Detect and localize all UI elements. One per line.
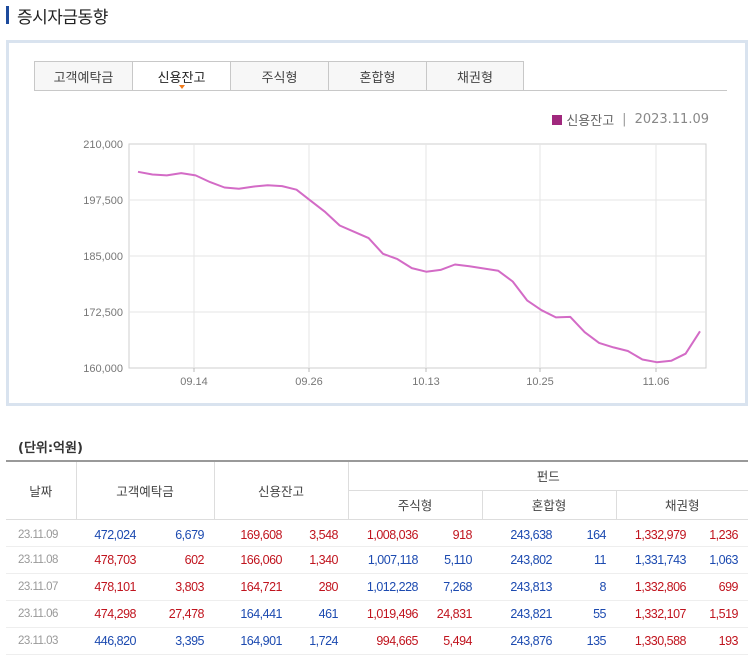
y-tick-label: 160,000 <box>83 363 123 375</box>
cell-mx: 243,821 <box>482 600 562 628</box>
cell-bd-chg: 1,236 <box>696 519 748 547</box>
col-header-equity: 주식형 <box>347 489 483 520</box>
col-header-fund: 펀드 <box>347 460 748 491</box>
cell-dep-chg: 3,803 <box>146 573 214 601</box>
x-tick-label: 11.06 <box>643 376 670 388</box>
cell-dep: 474,298 <box>76 600 146 628</box>
cell-eq: 994,665 <box>348 627 428 655</box>
cell-mx-chg: 55 <box>562 600 616 628</box>
table-row: 23.11.08 478,703 602 166,060 1,340 1,007,118 5… <box>6 546 748 574</box>
cell-dep: 472,024 <box>76 519 146 547</box>
cell-bd: 1,332,107 <box>616 600 696 628</box>
cell-cr-chg: 1,724 <box>292 627 348 655</box>
cell-eq: 1,008,036 <box>348 519 428 547</box>
cell-mx: 243,638 <box>482 519 562 547</box>
table-row: 23.11.07 478,101 3,803 164,721 280 1,012,228 7… <box>6 573 748 601</box>
table-row: 23.11.06 474,298 27,478 164,441 461 1,019,496… <box>6 600 748 628</box>
cell-mx: 243,802 <box>482 546 562 574</box>
x-tick-label: 09.14 <box>180 376 208 388</box>
cell-bd-chg: 699 <box>696 573 748 601</box>
cell-mx: 243,813 <box>482 573 562 601</box>
col-header-deposit: 고객예탁금 <box>75 460 215 520</box>
cell-dep-chg: 602 <box>146 546 214 574</box>
x-tick-label: 09.26 <box>295 376 323 388</box>
chart-panel: 고객예탁금 신용잔고 주식형 혼합형 채권형 신용잔고 | 2023.11.09… <box>6 40 748 406</box>
cell-dep-chg: 6,679 <box>146 519 214 547</box>
page-title: 증시자금동향 <box>6 4 108 28</box>
cell-cr: 164,901 <box>214 627 292 655</box>
title-accent-bar <box>6 6 9 24</box>
cell-dep: 446,820 <box>76 627 146 655</box>
cell-eq-chg: 918 <box>428 519 482 547</box>
y-tick-label: 210,000 <box>83 139 123 151</box>
col-header-credit: 신용잔고 <box>213 460 349 520</box>
cell-eq-chg: 24,831 <box>428 600 482 628</box>
cell-eq: 1,007,118 <box>348 546 428 574</box>
cell-cr-chg: 461 <box>292 600 348 628</box>
cell-bd: 1,330,588 <box>616 627 696 655</box>
y-tick-label: 185,000 <box>83 251 123 263</box>
cell-dep-chg: 3,395 <box>146 627 214 655</box>
cell-bd-chg: 1,063 <box>696 546 748 574</box>
cell-eq-chg: 5,494 <box>428 627 482 655</box>
cell-cr: 166,060 <box>214 546 292 574</box>
y-tick-label: 172,500 <box>83 307 123 319</box>
page-title-text: 증시자금동향 <box>17 7 108 28</box>
credit-balance-line-chart: 210,000 197,500 185,000 172,500 160,000 09.14… <box>83 139 707 388</box>
col-header-bond: 채권형 <box>615 489 748 520</box>
cell-mx-chg: 135 <box>562 627 616 655</box>
cell-mx-chg: 164 <box>562 519 616 547</box>
row-date: 23.11.06 <box>6 600 76 628</box>
x-tick-label: 10.13 <box>412 376 440 388</box>
cell-mx: 243,876 <box>482 627 562 655</box>
unit-label: (단위:억원) <box>18 441 83 456</box>
cell-eq-chg: 5,110 <box>428 546 482 574</box>
cell-mx-chg: 8 <box>562 573 616 601</box>
cell-cr-chg: 3,548 <box>292 519 348 547</box>
cell-dep: 478,703 <box>76 546 146 574</box>
cell-dep: 478,101 <box>76 573 146 601</box>
cell-eq: 1,019,496 <box>348 600 428 628</box>
col-header-date: 날짜 <box>6 460 77 520</box>
cell-cr: 169,608 <box>214 519 292 547</box>
cell-dep-chg: 27,478 <box>146 600 214 628</box>
y-tick-label: 197,500 <box>83 195 123 207</box>
row-date: 23.11.08 <box>6 546 76 574</box>
x-tick-label: 10.25 <box>526 376 554 388</box>
cell-mx-chg: 11 <box>562 546 616 574</box>
cell-eq: 1,012,228 <box>348 573 428 601</box>
cell-cr-chg: 1,340 <box>292 546 348 574</box>
cell-bd-chg: 193 <box>696 627 748 655</box>
table-row: 23.11.03 446,820 3,395 164,901 1,724 994,665 5… <box>6 627 748 655</box>
cell-bd: 1,332,806 <box>616 573 696 601</box>
row-date: 23.11.09 <box>6 519 76 547</box>
cell-cr: 164,721 <box>214 573 292 601</box>
cell-bd: 1,331,743 <box>616 546 696 574</box>
table-row: 23.11.09 472,024 6,679 169,608 3,548 1,008,03… <box>6 519 748 547</box>
row-date: 23.11.07 <box>6 573 76 601</box>
cell-eq-chg: 7,268 <box>428 573 482 601</box>
cell-cr: 164,441 <box>214 600 292 628</box>
cell-bd-chg: 1,519 <box>696 600 748 628</box>
row-date: 23.11.03 <box>6 627 76 655</box>
col-header-mixed: 혼합형 <box>481 489 617 520</box>
fund-flow-table: 날짜 고객예탁금 신용잔고 펀드 주식형 혼합형 채권형 23.11.09 472… <box>6 460 748 655</box>
cell-bd: 1,332,979 <box>616 519 696 547</box>
cell-cr-chg: 280 <box>292 573 348 601</box>
